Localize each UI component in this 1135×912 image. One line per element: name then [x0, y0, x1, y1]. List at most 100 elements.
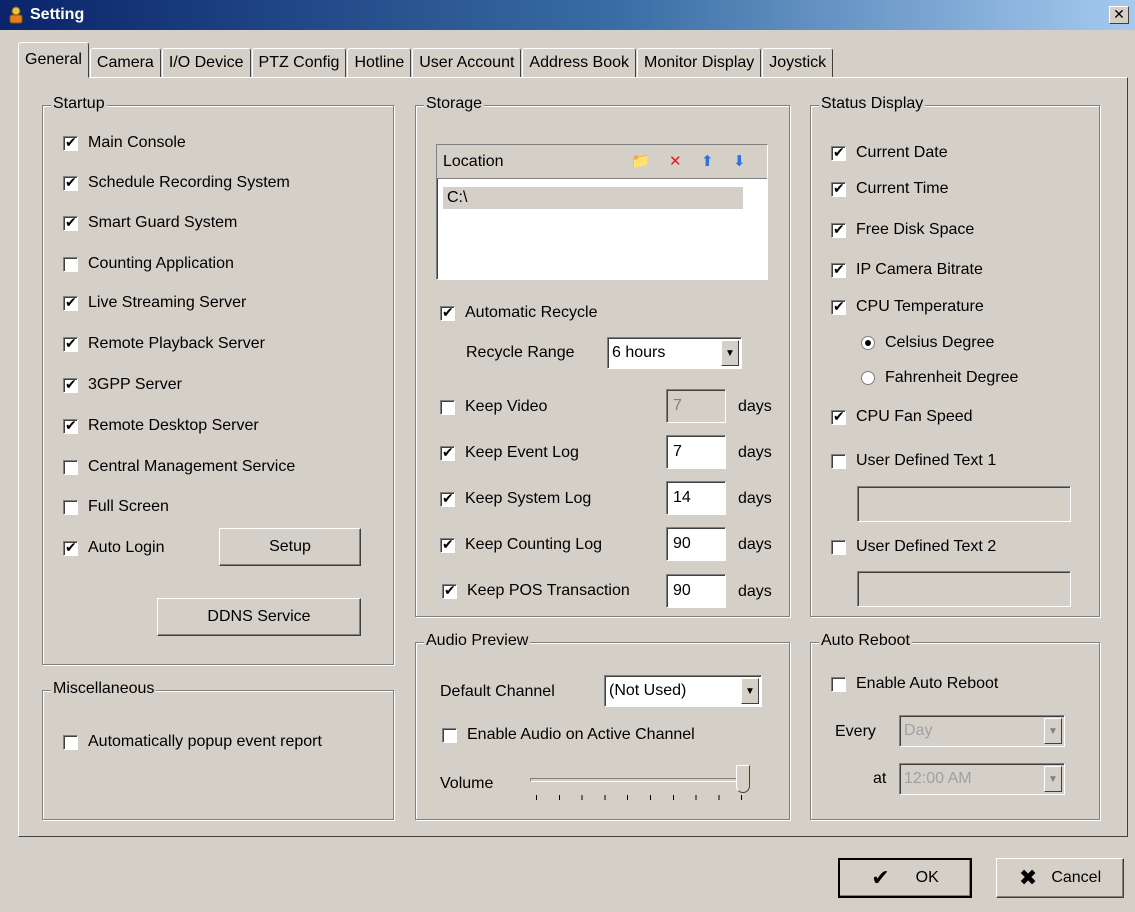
checkbox-box[interactable] — [63, 539, 78, 556]
days-label: days — [738, 490, 772, 507]
checkbox-box[interactable] — [63, 734, 78, 750]
checkbox-schedule-recording[interactable]: Schedule Recording System — [63, 174, 290, 192]
checkbox-enable-auto-reboot[interactable]: Enable Auto Reboot — [831, 675, 998, 693]
list-item[interactable]: C:\ — [443, 187, 743, 209]
chevron-down-icon[interactable]: ▼ — [741, 678, 759, 704]
location-list[interactable]: Location 📁 ✕ ⬆ ⬇ C:\ — [436, 144, 768, 280]
setup-button[interactable]: Setup — [219, 528, 361, 566]
move-down-icon[interactable]: ⬇ — [733, 154, 746, 170]
folder-icon[interactable]: 📁 — [631, 154, 650, 170]
checkbox-live-streaming[interactable]: Live Streaming Server — [63, 294, 246, 312]
close-button[interactable]: ✕ — [1109, 6, 1129, 24]
checkbox-box[interactable] — [831, 221, 846, 238]
checkbox-box[interactable] — [831, 676, 846, 692]
move-up-icon[interactable]: ⬆ — [701, 154, 714, 170]
checkbox-remote-playback[interactable]: Remote Playback Server — [63, 335, 265, 353]
checkbox-box[interactable] — [440, 399, 455, 415]
checkbox-box[interactable] — [63, 214, 78, 231]
keep-counting-log-days-input[interactable]: 90 — [666, 527, 726, 561]
tab-camera[interactable]: Camera — [89, 48, 161, 78]
checkbox-user-defined-text-1[interactable]: User Defined Text 1 — [831, 452, 996, 470]
checkbox-user-defined-text-2[interactable]: User Defined Text 2 — [831, 538, 996, 556]
ddns-service-button[interactable]: DDNS Service — [157, 598, 361, 636]
tab-general[interactable]: General — [18, 42, 89, 78]
checkbox-ip-camera-bitrate[interactable]: IP Camera Bitrate — [831, 261, 983, 279]
checkbox-keep-counting-log[interactable]: Keep Counting Log — [440, 536, 602, 554]
volume-slider[interactable] — [530, 765, 760, 805]
tab-monitor-display[interactable]: Monitor Display — [637, 48, 762, 78]
tab-io-device[interactable]: I/O Device — [161, 48, 251, 78]
checkbox-central-management[interactable]: Central Management Service — [63, 458, 295, 476]
keep-video-days-input[interactable]: 7 — [666, 389, 726, 423]
delete-icon[interactable]: ✕ — [669, 154, 682, 170]
checkbox-popup-event-report[interactable]: Automatically popup event report — [63, 733, 322, 751]
chevron-down-icon[interactable]: ▼ — [1044, 718, 1062, 744]
checkbox-enable-audio-active-channel[interactable]: Enable Audio on Active Channel — [442, 726, 695, 744]
every-select[interactable]: Day ▼ — [899, 715, 1065, 747]
every-label: Every — [835, 723, 876, 740]
checkbox-free-disk-space[interactable]: Free Disk Space — [831, 221, 974, 239]
user-defined-text-1-input[interactable] — [857, 486, 1071, 522]
radio-celsius-degree[interactable]: Celsius Degree — [861, 334, 994, 352]
keep-system-log-days-input[interactable]: 14 — [666, 481, 726, 515]
radio-button[interactable] — [861, 371, 875, 385]
checkbox-remote-desktop[interactable]: Remote Desktop Server — [63, 417, 259, 435]
radio-button[interactable] — [861, 336, 875, 350]
at-time-select[interactable]: 12:00 AM ▼ — [899, 763, 1065, 795]
user-defined-text-2-input[interactable] — [857, 571, 1071, 607]
tab-joystick[interactable]: Joystick — [762, 48, 834, 78]
default-channel-select[interactable]: (Not Used) ▼ — [604, 675, 762, 707]
checkbox-box[interactable] — [440, 304, 455, 321]
tab-address-book[interactable]: Address Book — [522, 48, 637, 78]
checkbox-box[interactable] — [63, 417, 78, 434]
checkbox-box[interactable] — [440, 444, 455, 461]
checkbox-box[interactable] — [440, 490, 455, 507]
checkbox-keep-pos-transaction[interactable]: Keep POS Transaction — [442, 582, 630, 600]
location-column-label: Location — [443, 152, 504, 170]
tab-hotline[interactable]: Hotline — [347, 48, 412, 78]
checkbox-box[interactable] — [831, 408, 846, 425]
tab-ptz-config[interactable]: PTZ Config — [251, 48, 347, 78]
checkbox-box[interactable] — [63, 376, 78, 393]
checkbox-box[interactable] — [63, 499, 78, 515]
checkbox-automatic-recycle[interactable]: Automatic Recycle — [440, 304, 598, 322]
checkbox-box[interactable] — [831, 298, 846, 315]
checkbox-current-date[interactable]: Current Date — [831, 144, 948, 162]
checkbox-box[interactable] — [442, 582, 457, 599]
radio-fahrenheit-degree[interactable]: Fahrenheit Degree — [861, 369, 1018, 387]
checkbox-keep-system-log[interactable]: Keep System Log — [440, 490, 591, 508]
checkbox-keep-event-log[interactable]: Keep Event Log — [440, 444, 579, 462]
checkbox-box[interactable] — [63, 134, 78, 151]
checkbox-counting-application[interactable]: Counting Application — [63, 255, 234, 273]
checkbox-current-time[interactable]: Current Time — [831, 180, 948, 198]
checkbox-smart-guard[interactable]: Smart Guard System — [63, 214, 237, 232]
checkbox-box[interactable] — [831, 453, 846, 469]
checkbox-auto-login[interactable]: Auto Login — [63, 539, 165, 557]
checkbox-box[interactable] — [63, 256, 78, 272]
slider-thumb[interactable] — [736, 765, 750, 793]
checkbox-box[interactable] — [63, 335, 78, 352]
checkbox-3gpp-server[interactable]: 3GPP Server — [63, 376, 182, 394]
checkbox-full-screen[interactable]: Full Screen — [63, 498, 169, 516]
checkbox-box[interactable] — [831, 180, 846, 197]
cancel-button[interactable]: ✖ Cancel — [996, 858, 1124, 898]
keep-event-log-days-input[interactable]: 7 — [666, 435, 726, 469]
checkbox-box[interactable] — [831, 261, 846, 278]
recycle-range-select[interactable]: 6 hours ▼ — [607, 337, 742, 369]
checkbox-box[interactable] — [63, 459, 78, 475]
ok-button[interactable]: ✔ OK — [838, 858, 972, 898]
chevron-down-icon[interactable]: ▼ — [721, 340, 739, 366]
checkbox-box[interactable] — [831, 144, 846, 161]
checkbox-keep-video[interactable]: Keep Video — [440, 398, 547, 416]
checkbox-box[interactable] — [440, 536, 455, 553]
checkbox-box[interactable] — [831, 539, 846, 555]
checkbox-box[interactable] — [63, 294, 78, 311]
checkbox-cpu-temperature[interactable]: CPU Temperature — [831, 298, 984, 316]
chevron-down-icon[interactable]: ▼ — [1044, 766, 1062, 792]
checkbox-cpu-fan-speed[interactable]: CPU Fan Speed — [831, 408, 973, 426]
keep-pos-transaction-days-input[interactable]: 90 — [666, 574, 726, 608]
checkbox-box[interactable] — [442, 727, 457, 743]
checkbox-main-console[interactable]: Main Console — [63, 134, 186, 152]
checkbox-box[interactable] — [63, 174, 78, 191]
tab-user-account[interactable]: User Account — [412, 48, 522, 78]
